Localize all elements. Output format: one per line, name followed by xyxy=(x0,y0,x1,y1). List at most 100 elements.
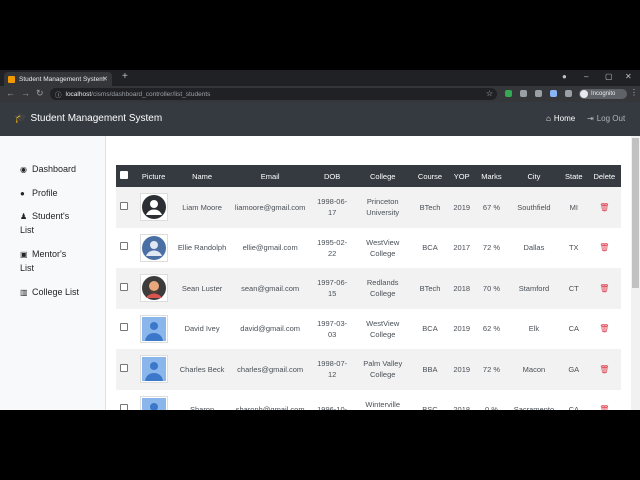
extension-icon[interactable] xyxy=(520,90,527,97)
header-dob[interactable]: DOB xyxy=(310,165,353,187)
cell-state: CA xyxy=(568,324,579,334)
cell-marks: 72 % xyxy=(482,364,501,374)
row-checkbox[interactable] xyxy=(120,201,129,210)
table-row: Charles Beck charles@gmail.com 1998-07-1… xyxy=(116,349,621,390)
student-avatar xyxy=(139,314,168,343)
cell-email: charles@gmail.com xyxy=(237,364,304,374)
cell-city: Southfield xyxy=(517,202,551,212)
cell-course: BCA xyxy=(422,243,438,253)
new-tab-icon[interactable]: + xyxy=(122,71,128,82)
bearded-avatar-icon xyxy=(141,276,166,301)
extensions-puzzle-icon[interactable] xyxy=(565,90,572,97)
cell-name: Liam Moore xyxy=(182,202,222,212)
tab-close-icon[interactable]: ✕ xyxy=(102,75,108,83)
media-icon[interactable]: ● xyxy=(562,72,567,81)
header-yop[interactable]: YOP xyxy=(448,165,475,187)
header-name[interactable]: Name xyxy=(174,165,230,187)
header-marks[interactable]: Marks xyxy=(475,165,508,187)
cell-name: Sean Luster xyxy=(181,283,223,293)
cell-marks: 70 % xyxy=(482,283,501,293)
browser-menu-icon[interactable]: ⋮ xyxy=(630,88,638,97)
browser-toolbar: ← → ↻ ⓘ localhost /cisms/dashboard_contr… xyxy=(0,86,640,102)
bookmark-star-icon[interactable]: ☆ xyxy=(486,89,493,98)
incognito-icon xyxy=(580,90,588,98)
tab-title: Student Management System xyxy=(19,75,105,83)
cell-state: GA xyxy=(568,364,580,374)
cell-yop: 2019 xyxy=(453,324,471,334)
reload-icon[interactable]: ↻ xyxy=(36,88,44,99)
profile-label: Incognito xyxy=(591,91,616,97)
cell-marks: 0 % xyxy=(485,405,498,410)
default-avatar-icon xyxy=(141,397,166,410)
table-row: David Ivey david@gmail.com 1997-03-03 We… xyxy=(116,308,621,349)
incognito-profile[interactable]: Incognito xyxy=(579,89,627,99)
cell-city: Sacramento xyxy=(513,405,555,410)
trash-icon[interactable]: 🗑 xyxy=(599,284,609,293)
extension-icon[interactable] xyxy=(535,90,542,97)
cell-state: TX xyxy=(568,243,579,253)
extension-icon[interactable] xyxy=(505,90,512,97)
maximize-icon[interactable]: ▢ xyxy=(605,72,613,81)
cell-marks: 67 % xyxy=(482,202,501,212)
header-college[interactable]: College xyxy=(354,165,412,187)
info-icon[interactable]: ⓘ xyxy=(55,89,62,99)
cell-course: BTech xyxy=(419,283,441,293)
table-row: Sean Luster sean@gmail.com 1997-06-15 Re… xyxy=(116,268,621,309)
cell-college: WestView College xyxy=(366,237,400,258)
sidebar-item-dashboard[interactable]: ◉ Dashboard xyxy=(20,163,100,177)
cell-dob: 1998-07-12 xyxy=(317,359,348,380)
cell-course: BSC xyxy=(422,405,438,410)
cell-city: Dallas xyxy=(523,243,545,253)
graduation-cap-icon: 🎓 xyxy=(14,113,27,124)
select-all-checkbox[interactable] xyxy=(120,171,129,179)
brand[interactable]: 🎓 Student Management System xyxy=(14,113,162,124)
sidebar-item-profile[interactable]: ● Profile xyxy=(20,187,100,201)
app-navbar: 🎓 Student Management System ⌂ Home ⇥ Log… xyxy=(0,102,640,136)
sidebar-item-college-list[interactable]: ▥ College List xyxy=(20,286,100,300)
header-city[interactable]: City xyxy=(508,165,560,187)
row-checkbox[interactable] xyxy=(120,242,129,251)
trash-icon[interactable]: 🗑 xyxy=(599,365,609,374)
cell-city: Elk xyxy=(528,324,540,334)
student-avatar xyxy=(139,193,168,222)
header-email[interactable]: Email xyxy=(230,165,311,187)
trash-icon[interactable]: 🗑 xyxy=(599,324,609,333)
row-checkbox[interactable] xyxy=(120,363,129,372)
cell-email: sharonh@gmail.com xyxy=(235,405,305,410)
scrollbar-thumb[interactable] xyxy=(632,138,639,288)
page-scrollbar[interactable] xyxy=(631,136,640,410)
back-icon[interactable]: ← xyxy=(6,88,15,98)
table-row: Sharon sharonh@gmail.com 1996-10- Winter… xyxy=(116,389,621,410)
logout-link[interactable]: ⇥ Log Out xyxy=(587,114,625,123)
tab-strip: Student Management System ✕ + ● – ▢ ✕ xyxy=(0,70,640,86)
home-link[interactable]: ⌂ Home xyxy=(546,114,575,123)
cell-email: liamoore@gmail.com xyxy=(234,202,306,212)
cell-course: BCA xyxy=(422,324,438,334)
cell-city: Macon xyxy=(522,364,546,374)
table-row: Ellie Randolph ellie@gmail.com 1995-02-2… xyxy=(116,227,621,268)
cell-dob: 1997-06-15 xyxy=(317,278,348,299)
cell-email: ellie@gmail.com xyxy=(242,243,298,253)
minimize-icon[interactable]: – xyxy=(584,72,588,81)
cell-email: david@gmail.com xyxy=(240,324,301,334)
window-close-icon[interactable]: ✕ xyxy=(625,72,632,81)
address-bar[interactable]: ⓘ localhost /cisms/dashboard_controller/… xyxy=(50,88,497,100)
header-course[interactable]: Course xyxy=(412,165,449,187)
cell-yop: 2018 xyxy=(453,405,471,410)
extension-icon[interactable] xyxy=(550,90,557,97)
forward-icon[interactable]: → xyxy=(21,88,30,98)
cell-state: MI xyxy=(569,202,578,212)
trash-icon[interactable]: 🗑 xyxy=(599,203,609,212)
header-delete: Delete xyxy=(593,171,616,181)
sidebar-item-students-list[interactable]: ♟ Student's List xyxy=(20,210,80,236)
header-state[interactable]: State xyxy=(560,165,588,187)
row-checkbox[interactable] xyxy=(120,282,129,291)
trash-icon[interactable]: 🗑 xyxy=(599,243,609,252)
sidebar-item-label: Profile xyxy=(32,188,58,198)
browser-tab[interactable]: Student Management System ✕ xyxy=(4,72,112,86)
sidebar-item-mentors-list[interactable]: ▣ Mentor's List xyxy=(20,248,80,274)
brand-title: Student Management System xyxy=(30,113,163,124)
row-checkbox[interactable] xyxy=(120,323,129,332)
cell-state: CA xyxy=(568,405,579,410)
cell-email: sean@gmail.com xyxy=(241,283,300,293)
